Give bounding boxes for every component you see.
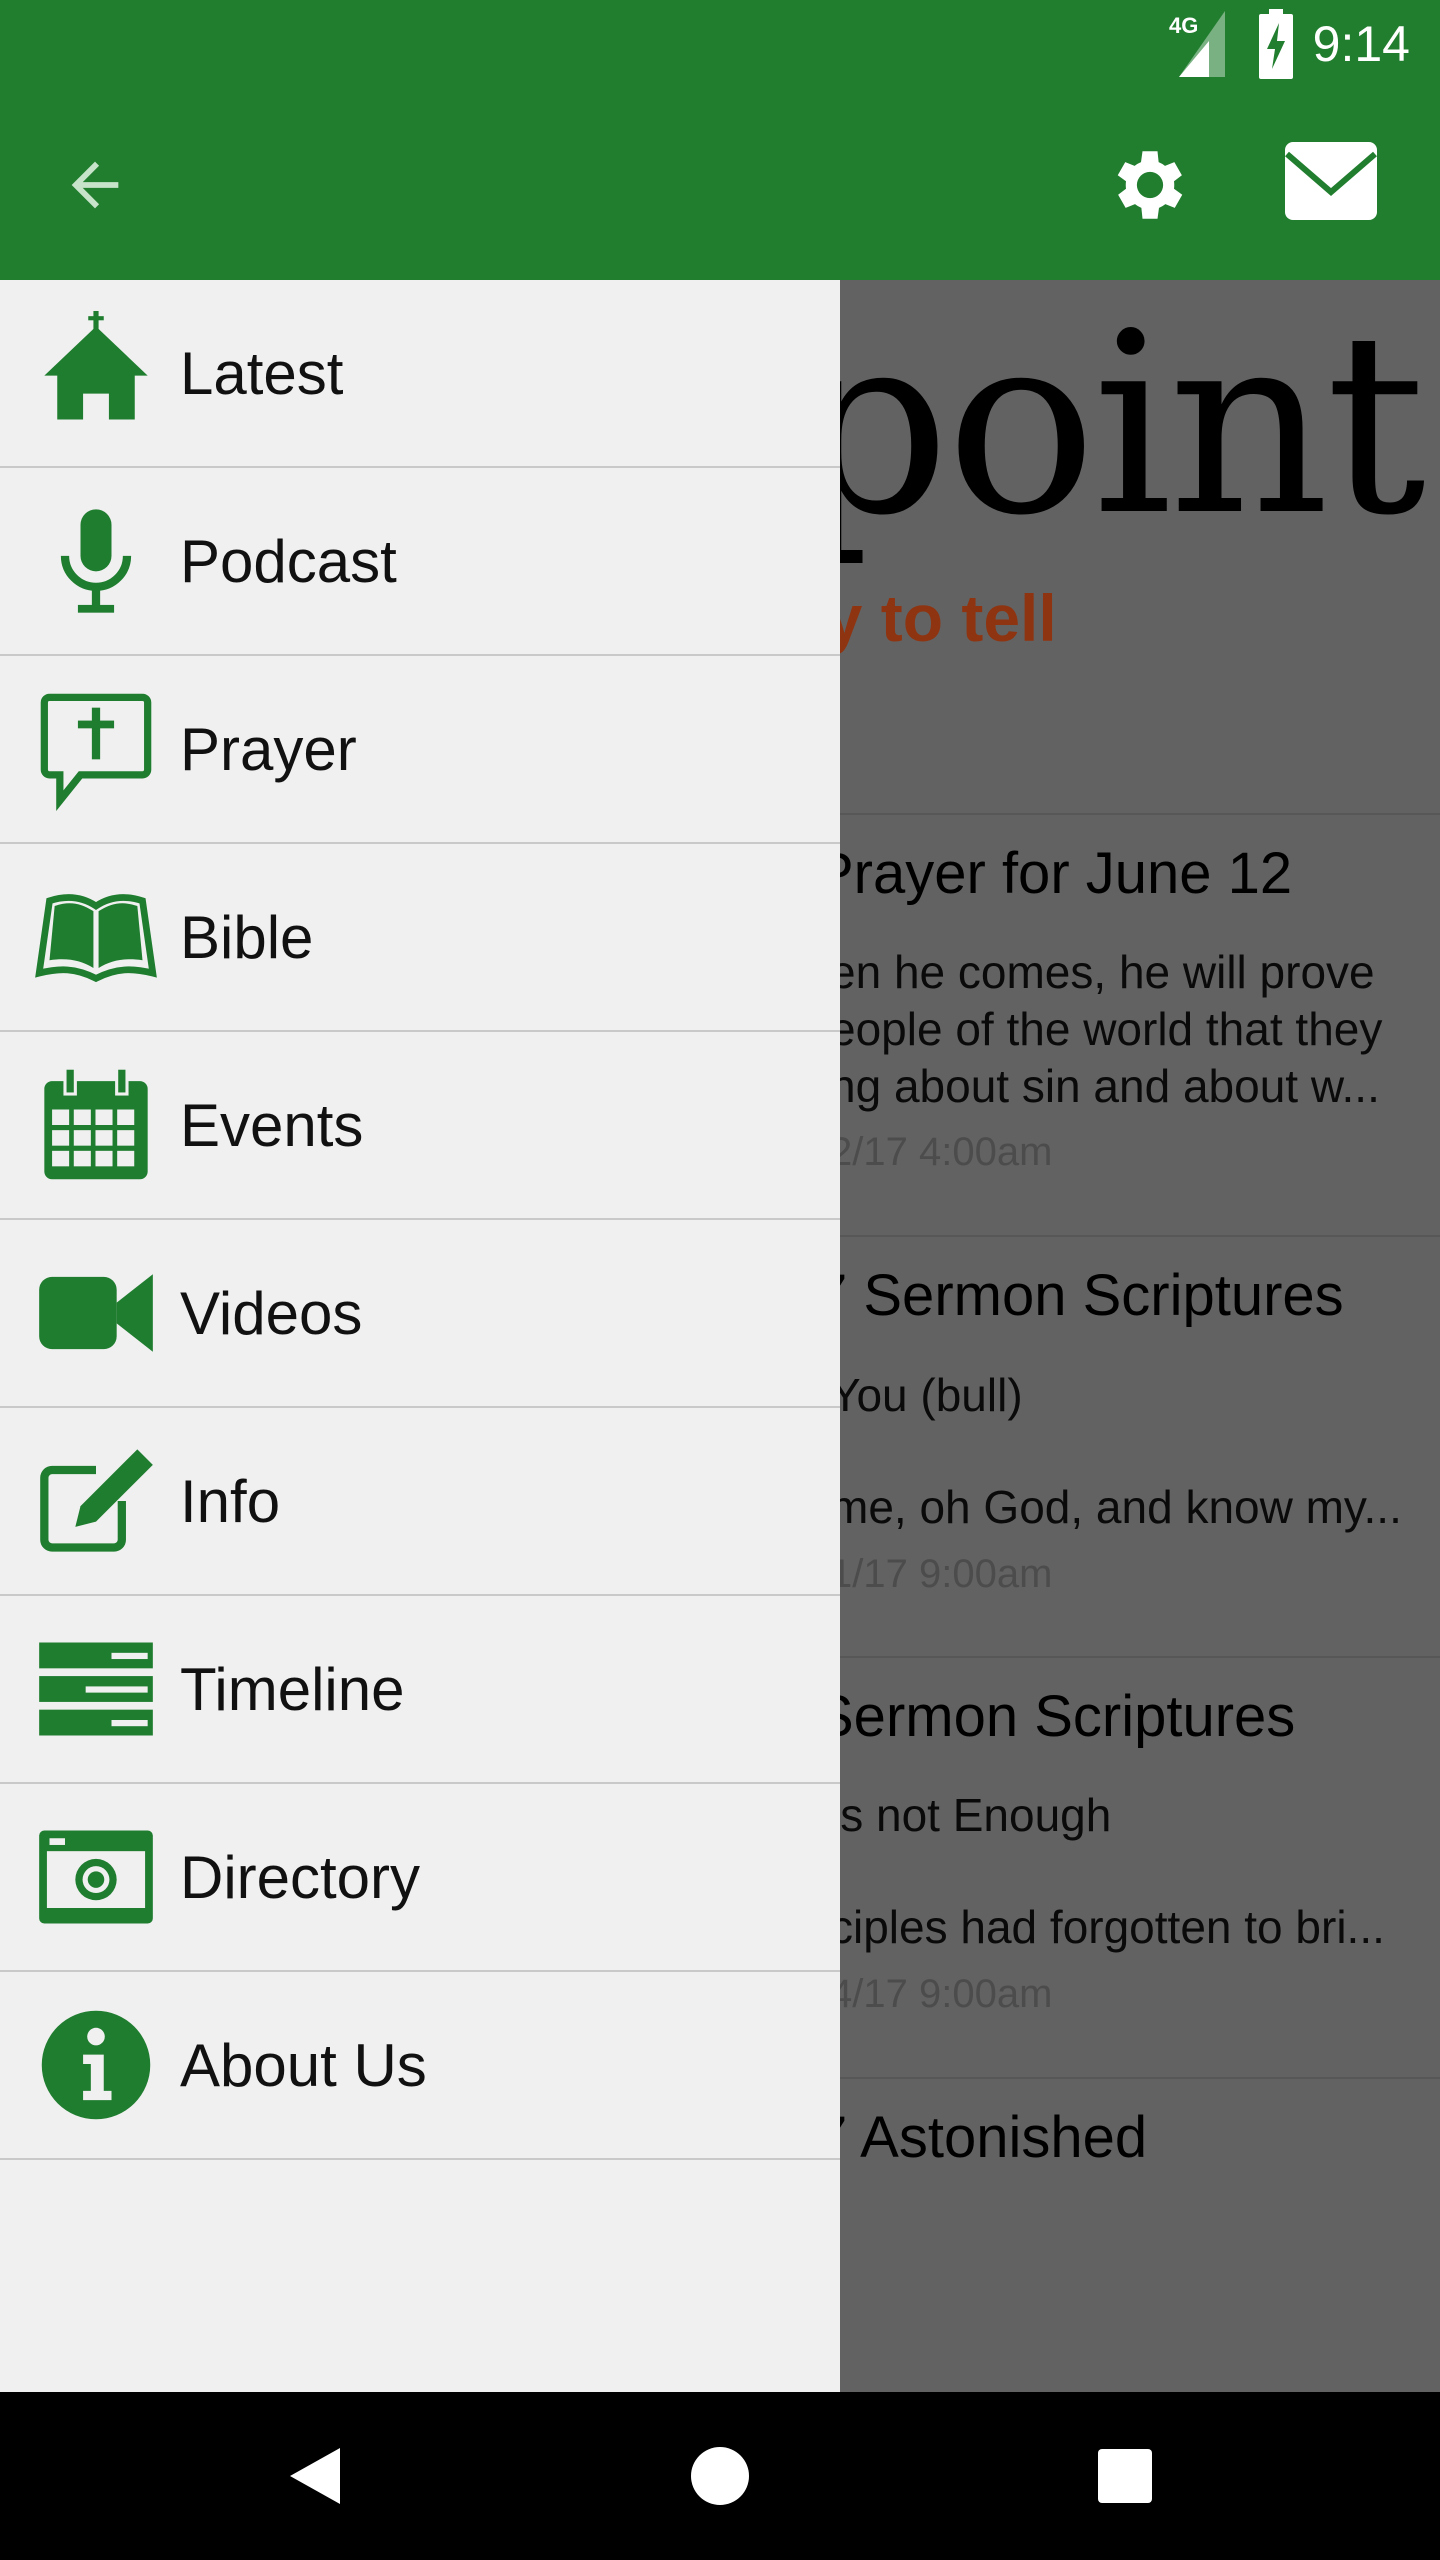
network-type: 4G: [1169, 13, 1198, 38]
system-nav-bar: [0, 2392, 1440, 2560]
open-book-icon: [35, 894, 157, 983]
drawer-item-prayer[interactable]: Prayer: [0, 656, 840, 844]
feed-item-date: 1/17 9:00am: [830, 1552, 1053, 1596]
info-icon: [41, 2010, 151, 2120]
feed-item-date: 4/17 9:00am: [830, 1972, 1053, 2016]
signal-icon: 4G: [1169, 11, 1225, 77]
drawer-item-events[interactable]: Events: [0, 1032, 840, 1220]
drawer-item-label: Timeline: [180, 1655, 405, 1723]
drawer-item-videos[interactable]: Videos: [0, 1220, 840, 1408]
clock: 9:14: [1312, 16, 1410, 72]
gear-icon[interactable]: [1105, 140, 1195, 230]
drawer-item-label: Info: [180, 1467, 281, 1535]
feed-item-title[interactable]: Sermon Scriptures: [815, 1683, 1295, 1750]
back-triangle-icon[interactable]: [275, 2436, 355, 2516]
feed-item-title[interactable]: 7 Sermon Scriptures: [815, 1262, 1344, 1329]
drawer-item-latest[interactable]: Latest: [0, 280, 840, 468]
feed-item-title[interactable]: Prayer for June 12: [815, 840, 1292, 907]
feed-item-title[interactable]: 7 Astonished: [815, 2104, 1147, 2171]
navigation-drawer: Latest Podcast Prayer Bible Events Video…: [0, 280, 840, 2392]
drawer-item-label: Podcast: [180, 527, 397, 595]
timeline-icon: [39, 1642, 153, 1736]
feed-item-excerpt: eople of the world that they: [830, 1003, 1383, 1055]
drawer-item-label: Prayer: [180, 715, 357, 783]
camera-icon: [39, 1830, 153, 1924]
status-bar: 4G 9:14: [1169, 9, 1410, 79]
drawer-item-bible[interactable]: Bible: [0, 844, 840, 1032]
prayer-bubble-icon: [40, 693, 152, 811]
drawer-item-podcast[interactable]: Podcast: [0, 468, 840, 656]
church-icon: [44, 311, 148, 420]
envelope-icon[interactable]: [1285, 142, 1377, 220]
microphone-icon: [60, 509, 132, 613]
feed-item-excerpt: ng about sin and about w...: [830, 1060, 1380, 1112]
drawer-item-info[interactable]: Info: [0, 1408, 840, 1596]
calendar-icon: [44, 1066, 148, 1180]
arrow-left-icon[interactable]: [60, 150, 130, 220]
home-circle-icon[interactable]: [680, 2436, 760, 2516]
app-bar: 4G 9:14: [0, 0, 1440, 280]
edit-icon: [40, 1449, 153, 1552]
drawer-item-label: About Us: [180, 2031, 427, 2099]
video-camera-icon: [39, 1274, 153, 1352]
drawer-item-label: Directory: [180, 1843, 421, 1911]
feed-item-excerpt: ciples had forgotten to bri...: [830, 1901, 1385, 1953]
feed-item-excerpt: me, oh God, and know my...: [830, 1481, 1402, 1533]
drawer-item-label: Events: [180, 1091, 364, 1159]
drawer-item-directory[interactable]: Directory: [0, 1784, 840, 1972]
drawer-item-label: Bible: [180, 903, 314, 971]
feed-item-excerpt: is not Enough: [830, 1789, 1112, 1841]
drawer-item-label: Latest: [180, 339, 344, 407]
logo-text: point: [790, 280, 1426, 570]
drawer-item-timeline[interactable]: Timeline: [0, 1596, 840, 1784]
feed-item-excerpt: en he comes, he will prove: [830, 946, 1375, 998]
feed-item-excerpt: You (bull): [830, 1369, 1023, 1421]
battery-charging-icon: [1258, 9, 1293, 79]
recents-square-icon[interactable]: [1085, 2436, 1165, 2516]
feed-item-date: 2/17 4:00am: [830, 1130, 1053, 1174]
drawer-item-label: Videos: [180, 1279, 363, 1347]
drawer-item-about-us[interactable]: About Us: [0, 1972, 840, 2160]
